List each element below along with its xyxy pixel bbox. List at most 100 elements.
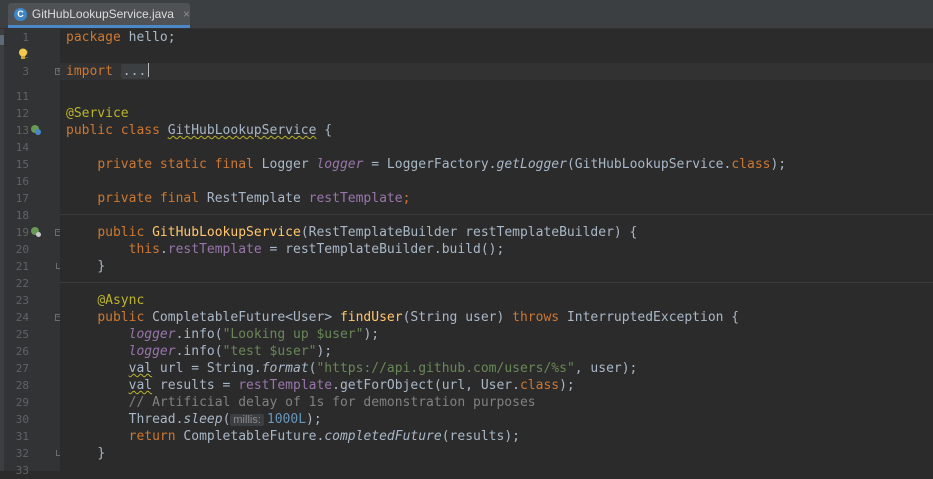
code-line: Thread.sleep(millis: 1000L); — [60, 411, 933, 428]
editor-tab-bar: C GitHubLookupService.java × — [0, 0, 933, 29]
code-text: } — [97, 446, 106, 461]
code-line: @Async — [60, 292, 933, 309]
field: logger — [128, 327, 176, 342]
code-text: , user); — [574, 361, 638, 376]
code-text: url = String. — [152, 361, 262, 376]
line-number: 25 — [15, 328, 29, 341]
line-number: 17 — [15, 192, 29, 205]
code-text: CompletableFuture. — [175, 429, 325, 444]
number-literal: 1000L — [266, 412, 307, 427]
code-line: public GitHubLookupService(RestTemplateB… — [60, 224, 933, 241]
code-text: (GitHubLookupService. — [566, 157, 732, 172]
annotation: @Service — [66, 106, 129, 121]
static-call: sleep — [183, 412, 223, 427]
code-text: ); — [363, 327, 380, 342]
code-text: = restTemplateBuilder.build(); — [261, 242, 505, 257]
field: logger — [316, 157, 364, 172]
code-text: Thread. — [128, 412, 184, 427]
annotation: @Async — [97, 293, 145, 308]
line-number: 32 — [15, 447, 29, 460]
field: logger — [128, 344, 176, 359]
keyword: public — [97, 310, 145, 325]
line-number: 26 — [15, 345, 29, 358]
keyword: class — [519, 378, 560, 393]
line-number: 24 — [15, 311, 29, 324]
code-line: public class GitHubLookupService { — [60, 122, 933, 139]
line-number: 18 — [15, 209, 29, 222]
line-number: 12 — [15, 107, 29, 120]
line-number: 14 — [15, 141, 29, 154]
static-call: completedFuture — [324, 429, 442, 444]
code-text: val — [128, 361, 153, 376]
code-text: CompletableFuture<User> — [144, 310, 340, 325]
code-line: @Service — [60, 105, 933, 122]
code-text: .info( — [175, 327, 223, 342]
code-line: private static final Logger logger = Log… — [60, 156, 933, 173]
code-text: (RestTemplateBuilder restTemplateBuilder… — [300, 225, 638, 240]
code-line: private final RestTemplate restTemplate; — [60, 190, 933, 207]
keyword: package — [66, 30, 121, 45]
keyword: private static final — [97, 157, 254, 172]
java-class-icon: C — [14, 7, 27, 21]
lightbulb-icon[interactable] — [18, 48, 28, 60]
close-icon[interactable]: × — [183, 7, 190, 21]
field: restTemplate — [167, 242, 262, 257]
code-text: ; — [402, 191, 411, 206]
line-number: 3 — [22, 65, 29, 78]
tab-githublookupservice[interactable]: C GitHubLookupService.java × — [8, 3, 190, 28]
static-call: format — [261, 361, 309, 376]
folded-imports[interactable]: ... — [120, 64, 149, 79]
code-text: ); — [306, 412, 322, 427]
field: restTemplate — [308, 191, 403, 206]
spring-bean-icon[interactable] — [30, 124, 42, 136]
spring-bean-icon[interactable] — [30, 226, 42, 238]
keyword: import — [66, 64, 113, 79]
text-caret — [148, 63, 150, 77]
code-text: (results); — [441, 429, 520, 444]
code-text: RestTemplate — [199, 191, 309, 206]
code-text: } — [97, 259, 106, 274]
string-literal: "https://api.github.com/users/%s" — [316, 361, 575, 376]
code-line: } — [60, 445, 933, 462]
line-number: 28 — [15, 379, 29, 392]
class-name: GitHubLookupService — [167, 123, 317, 138]
code-text: ); — [559, 378, 575, 393]
code-text: (String user) — [402, 310, 513, 325]
code-line: public CompletableFuture<User> findUser(… — [60, 309, 933, 326]
line-number: 19 — [15, 226, 29, 239]
tab-title: GitHubLookupService.java — [31, 7, 174, 21]
keyword: throws — [512, 310, 560, 325]
code-line: package hello; — [60, 29, 933, 46]
method-name: GitHubLookupService — [152, 225, 301, 240]
static-call: getLogger — [496, 157, 567, 172]
string-literal: "test $user" — [222, 344, 317, 359]
keyword: public class — [66, 123, 160, 138]
code-line: import ... — [60, 63, 933, 80]
method-separator — [60, 282, 933, 283]
code-line: logger.info("test $user"); — [60, 343, 933, 360]
code-text: .getForObject(url, User. — [332, 378, 520, 393]
code-line: this.restTemplate = restTemplateBuilder.… — [60, 241, 933, 258]
keyword: this — [128, 242, 160, 257]
code-text: = LoggerFactory. — [363, 157, 497, 172]
code-text: ); — [316, 344, 333, 359]
method-name: findUser — [339, 310, 403, 325]
line-number: 21 — [15, 260, 29, 273]
code-line: // Artificial delay of 1s for demonstrat… — [60, 394, 933, 411]
field: restTemplate — [238, 378, 333, 393]
code-line: return CompletableFuture.completedFuture… — [60, 428, 933, 445]
code-editor[interactable]: package hello; import ... @Service publi… — [60, 29, 933, 471]
keyword: class — [731, 157, 771, 172]
line-number: 16 — [15, 175, 29, 188]
code-text: { — [316, 123, 333, 138]
line-number: 23 — [15, 294, 29, 307]
code-text: results = — [152, 378, 239, 393]
line-number: 1 — [22, 31, 29, 44]
code-text: val — [128, 378, 153, 393]
code-text: . — [159, 242, 168, 257]
keyword: private final — [97, 191, 200, 206]
code-line: } — [60, 258, 933, 275]
comment: // Artificial delay of 1s for demonstrat… — [128, 395, 536, 410]
editor-gutter: 1 2 3 11 12 13 14 15 16 17 18 19 20 21 2… — [4, 29, 62, 477]
code-text: hello; — [120, 30, 176, 45]
